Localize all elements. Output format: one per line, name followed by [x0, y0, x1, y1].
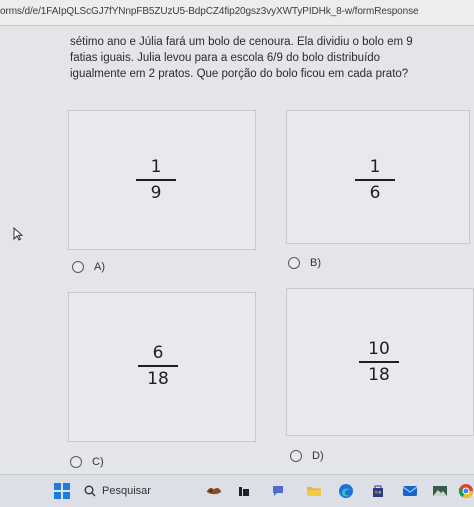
option-c-label: C): [92, 456, 104, 468]
fraction-bar: [138, 365, 178, 367]
question-text: sétimo ano e Júlia fará um bolo de cenou…: [70, 34, 470, 82]
fraction-d-numerator: 10: [368, 339, 390, 359]
fraction-bar: [359, 361, 399, 363]
option-c-image: 6 18: [68, 292, 256, 442]
file-explorer-icon[interactable]: [306, 483, 322, 499]
fraction-a-numerator: 1: [150, 157, 162, 177]
option-d-radio-row[interactable]: D): [290, 450, 324, 462]
form-content: sétimo ano e Júlia fará um bolo de cenou…: [0, 26, 474, 474]
option-b-radio-row[interactable]: B): [288, 257, 321, 269]
fraction-a-denominator: 9: [150, 182, 162, 203]
edge-browser-icon[interactable]: [338, 483, 354, 499]
option-c-radio-row[interactable]: C): [70, 456, 104, 468]
search-icon: [84, 485, 96, 497]
fraction-d-denominator: 18: [368, 364, 390, 385]
search-label: Pesquisar: [102, 485, 151, 497]
option-d-radio[interactable]: [290, 450, 302, 462]
url-text: orms/d/e/1FAIpQLScGJ7fYNnpFB5ZUzU5-BdpCZ…: [0, 6, 419, 17]
photos-icon[interactable]: [432, 483, 448, 499]
option-a-radio-row[interactable]: A): [72, 261, 105, 273]
windows-start-icon[interactable]: [54, 483, 70, 499]
question-line: igualmente em 2 pratos. Que porção do bo…: [70, 68, 409, 80]
store-icon[interactable]: [370, 483, 386, 499]
chrome-icon[interactable]: [458, 483, 474, 499]
option-b-image: 1 6: [286, 110, 470, 244]
fraction-a: 1 9: [136, 157, 176, 203]
task-view-icon[interactable]: [236, 483, 252, 499]
fraction-b-numerator: 1: [369, 157, 381, 177]
option-a-label: A): [94, 261, 105, 273]
question-line: fatias iguais. Julia levou para a escola…: [70, 52, 381, 64]
option-b-label: B): [310, 257, 321, 269]
chat-icon[interactable]: [270, 483, 286, 499]
option-c-radio[interactable]: [70, 456, 82, 468]
option-b-radio[interactable]: [288, 257, 300, 269]
option-a-image: 1 9: [68, 110, 256, 250]
mouse-cursor-icon: [13, 226, 24, 246]
question-line: sétimo ano e Júlia fará um bolo de cenou…: [70, 36, 413, 48]
widget-icon[interactable]: [206, 483, 222, 499]
option-d-label: D): [312, 450, 324, 462]
fraction-c: 6 18: [138, 343, 178, 389]
fraction-bar: [136, 179, 176, 181]
option-d-image: 10 18: [286, 288, 474, 436]
fraction-d: 10 18: [359, 339, 399, 385]
browser-address-bar[interactable]: orms/d/e/1FAIpQLScGJ7fYNnpFB5ZUzU5-BdpCZ…: [0, 0, 474, 26]
option-a-radio[interactable]: [72, 261, 84, 273]
taskbar: Pesquisar: [0, 474, 474, 507]
fraction-b-denominator: 6: [369, 182, 381, 203]
fraction-c-denominator: 18: [147, 368, 169, 389]
fraction-b: 1 6: [355, 157, 395, 203]
taskbar-search[interactable]: Pesquisar: [84, 481, 184, 501]
mail-icon[interactable]: [402, 483, 418, 499]
fraction-c-numerator: 6: [152, 343, 164, 363]
fraction-bar: [355, 179, 395, 181]
